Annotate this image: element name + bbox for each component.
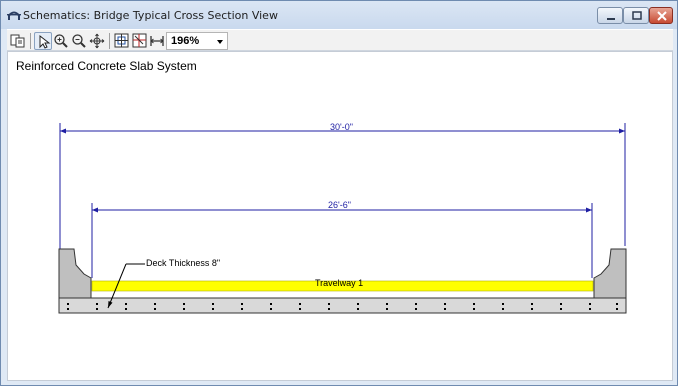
select-pointer-button[interactable]: [34, 32, 52, 50]
zoom-level-select[interactable]: 196%: [166, 32, 228, 50]
travelway-label: Travelway 1: [315, 278, 364, 288]
schematic-canvas[interactable]: Reinforced Concrete Slab System 30'-0" 2…: [7, 51, 673, 381]
title-bar[interactable]: Schematics: Bridge Typical Cross Section…: [1, 1, 677, 29]
right-barrier: [593, 248, 627, 299]
zoom-level-value: 196%: [171, 35, 200, 47]
chevron-down-icon: [217, 40, 223, 44]
window-title: Schematics: Bridge Typical Cross Section…: [23, 9, 278, 22]
bridge-app-icon: [7, 11, 21, 20]
deck-slab: [58, 297, 627, 314]
maximize-icon: [632, 11, 642, 20]
zoom-extents-button[interactable]: [113, 32, 131, 50]
cross-section-drawing: [58, 123, 627, 314]
zoom-in-button[interactable]: [52, 32, 70, 50]
zoom-window-button[interactable]: [131, 32, 149, 50]
schematics-window: Schematics: Bridge Typical Cross Section…: [0, 0, 678, 386]
pointer-icon: [39, 34, 51, 49]
overall-width-label: 30'-0": [330, 122, 353, 132]
toolbar-separator: [30, 33, 31, 49]
zoom-out-button[interactable]: [70, 32, 88, 50]
copy-icon: [10, 34, 25, 48]
travelway-width-label: 26'-6": [328, 200, 351, 210]
pan-button[interactable]: [88, 32, 106, 50]
copy-button[interactable]: [9, 32, 27, 50]
zoom-extents-icon: [114, 33, 129, 48]
zoom-out-icon: [72, 34, 86, 48]
zoom-window-icon: [132, 33, 147, 48]
maximize-button[interactable]: [623, 7, 649, 24]
minimize-button[interactable]: [597, 7, 623, 24]
pan-icon: [89, 33, 105, 49]
toolbar: 196%: [7, 29, 673, 51]
close-icon: [657, 11, 667, 21]
deck-thickness-label: Deck Thickness 8": [146, 258, 221, 268]
overall-width-dimension: [59, 123, 626, 250]
minimize-icon: [607, 18, 615, 20]
dimension-icon: [150, 36, 164, 46]
close-button[interactable]: [649, 7, 673, 24]
dimension-button[interactable]: [148, 32, 166, 50]
toolbar-separator: [109, 33, 110, 49]
zoom-in-icon: [54, 34, 68, 48]
left-barrier: [58, 248, 92, 299]
